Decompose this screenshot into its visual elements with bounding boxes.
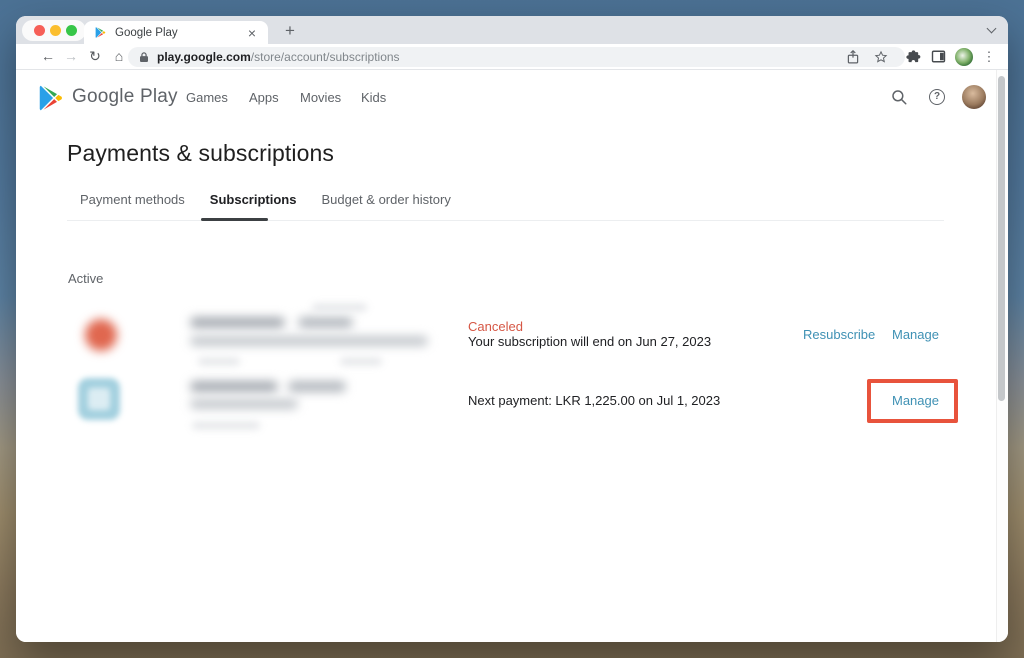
tab-close-icon[interactable]: × [246,26,258,40]
annotation-highlight-box [867,379,958,423]
subscription-status: Canceled [468,319,523,334]
tab-subscriptions[interactable]: Subscriptions [210,192,297,207]
tabs-divider [67,220,944,221]
back-button[interactable]: ← [39,44,57,69]
browser-profile-avatar[interactable] [955,48,973,66]
minimize-window-button[interactable] [50,25,61,36]
side-panel-icon[interactable] [931,49,946,64]
browser-tab[interactable]: Google Play × [84,21,268,44]
url-path: /store/account/subscriptions [251,50,400,64]
subscription-subtitle-blurred [190,336,428,346]
google-play-logo-icon[interactable] [36,83,66,113]
extensions-puzzle-icon[interactable] [906,49,921,64]
tab-strip: Google Play × + [16,16,1008,44]
subscription-app-icon-blurred [78,378,120,420]
traffic-light-group [22,20,86,41]
subscription-title-blurred [190,381,346,392]
zoom-window-button[interactable] [66,25,77,36]
url-domain: play.google.com [157,50,251,64]
close-window-button[interactable] [34,25,45,36]
search-icon[interactable] [890,88,908,106]
forward-button[interactable]: → [62,44,80,69]
nav-movies[interactable]: Movies [300,90,341,105]
page-title: Payments & subscriptions [67,140,334,167]
nav-games[interactable]: Games [186,90,228,105]
section-label-active: Active [68,271,103,286]
tab-search-chevron-icon[interactable] [987,24,997,34]
account-tabs: Payment methods Subscriptions Budget & o… [80,192,451,207]
tab-payment-methods[interactable]: Payment methods [80,192,185,207]
subscription-detail: Next payment: LKR 1,225.00 on Jul 1, 202… [468,393,720,408]
scrollbar-thumb[interactable] [998,76,1005,401]
resubscribe-link[interactable]: Resubscribe [803,327,875,342]
manage-link-row1[interactable]: Manage [892,327,939,342]
url-text: play.google.com/store/account/subscripti… [157,47,400,67]
lock-icon[interactable] [139,51,149,63]
page-content: Google Play Games Apps Movies Kids ? Pay… [16,70,996,642]
help-icon[interactable]: ? [929,89,945,105]
nav-apps[interactable]: Apps [249,90,279,105]
browser-window: Google Play × + ← → ↻ ⌂ play.google.com/… [16,16,1008,642]
browser-menu-icon[interactable]: ⋮ [982,44,996,69]
active-tab-indicator [201,218,268,221]
account-avatar[interactable] [962,85,986,109]
desktop: { "colors": { "highlight_box": "#e8533c"… [0,0,1024,658]
google-play-favicon [94,26,107,39]
home-button[interactable]: ⌂ [110,44,128,69]
bookmark-star-icon[interactable] [874,50,888,64]
tab-budget-order-history[interactable]: Budget & order history [321,192,450,207]
browser-toolbar: ← → ↻ ⌂ play.google.com/store/account/su… [16,44,1008,70]
subscription-subtitle-blurred [190,399,298,409]
address-bar[interactable]: play.google.com/store/account/subscripti… [128,47,905,67]
nav-kids[interactable]: Kids [361,90,386,105]
subscription-app-icon-blurred [85,319,117,351]
subscription-title-blurred [190,317,353,328]
reload-button[interactable]: ↻ [86,44,104,69]
tab-title: Google Play [115,27,246,39]
google-play-wordmark[interactable]: Google Play [72,86,178,108]
subscription-detail: Your subscription will end on Jun 27, 20… [468,334,711,349]
share-icon[interactable] [847,50,859,64]
new-tab-button[interactable]: + [278,20,302,42]
